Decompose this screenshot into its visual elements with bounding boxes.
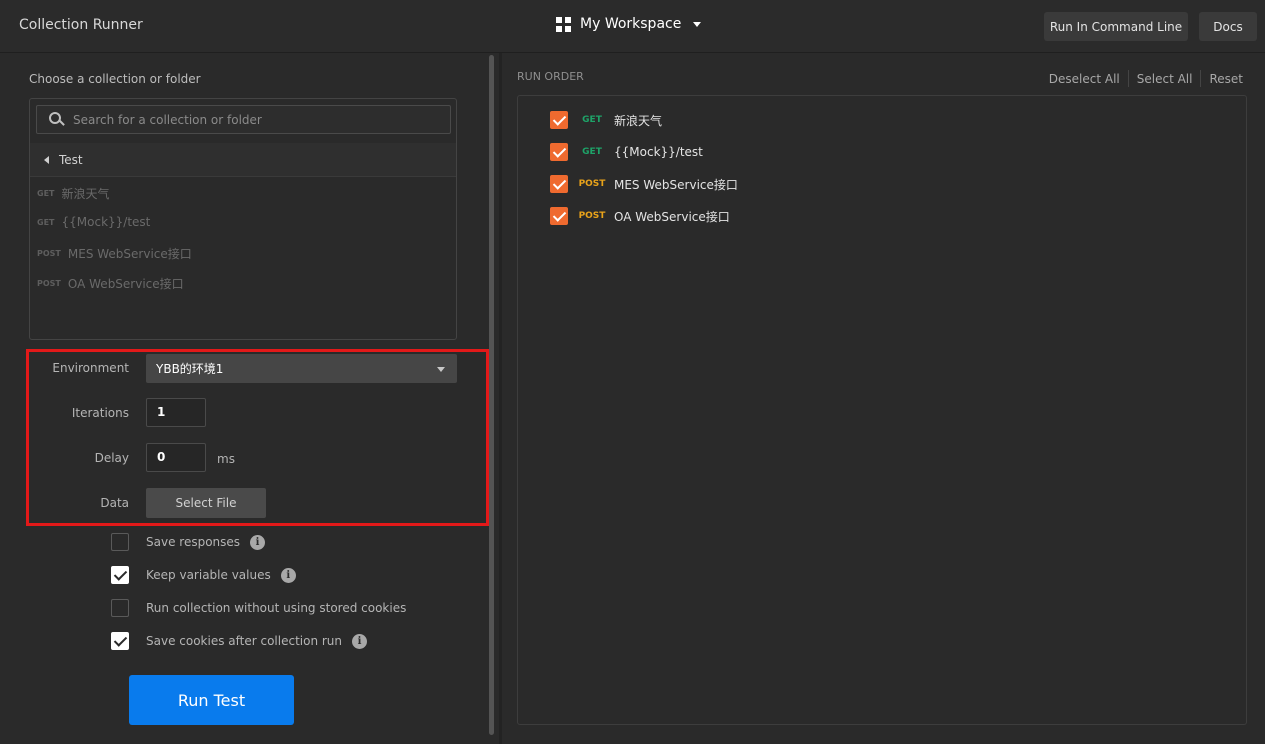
request-name: OA WebService接口 xyxy=(614,209,730,224)
list-item: POST OA WebService接口 xyxy=(37,275,184,292)
request-name: 新浪天气 xyxy=(614,113,663,128)
no-stored-cookies-checkbox[interactable] xyxy=(111,599,129,617)
info-icon[interactable]: i xyxy=(352,633,368,649)
option-keep-variable-values: Keep variable values i xyxy=(111,566,296,584)
environment-value: YBB的环境1 xyxy=(156,362,224,376)
environment-label: Environment xyxy=(52,361,129,375)
delay-unit: ms xyxy=(217,452,235,466)
request-method: POST xyxy=(37,279,61,288)
workspace-label: My Workspace xyxy=(580,16,682,32)
option-label: Keep variable values xyxy=(146,568,271,582)
option-no-stored-cookies: Run collection without using stored cook… xyxy=(111,599,406,617)
run-order-item: POST OA WebService接口 xyxy=(550,207,730,225)
request-method: POST xyxy=(578,179,606,189)
run-order-item: POST MES WebService接口 xyxy=(550,175,738,193)
list-item: GET 新浪天气 xyxy=(37,185,110,202)
left-scrollbar[interactable] xyxy=(489,55,494,735)
run-order-actions: Deselect All Select All Reset xyxy=(1049,70,1243,87)
option-save-cookies: Save cookies after collection run i xyxy=(111,632,368,650)
run-order-checkbox[interactable] xyxy=(550,143,568,161)
separator xyxy=(1200,70,1202,87)
save-responses-checkbox[interactable] xyxy=(111,533,129,551)
iterations-input[interactable]: 1 xyxy=(146,398,206,427)
panel-divider[interactable] xyxy=(499,53,502,744)
data-label: Data xyxy=(100,496,129,510)
save-cookies-checkbox[interactable] xyxy=(111,632,129,650)
iterations-label: Iterations xyxy=(71,406,129,420)
option-label: Save responses xyxy=(146,535,241,549)
list-item: POST MES WebService接口 xyxy=(37,245,192,262)
list-item: GET {{Mock}}/test xyxy=(37,215,150,229)
collection-picker: Test GET 新浪天气 GET {{Mock}}/test POST MES… xyxy=(29,98,457,340)
run-in-command-line-button[interactable]: Run In Command Line xyxy=(1044,12,1188,41)
choose-collection-label: Choose a collection or folder xyxy=(29,72,201,86)
delay-input[interactable]: 0 xyxy=(146,443,206,472)
back-arrow-icon xyxy=(44,155,49,164)
request-method: GET xyxy=(37,217,55,227)
request-method: POST xyxy=(37,249,61,258)
docs-button[interactable]: Docs xyxy=(1199,12,1257,41)
collection-name: Test xyxy=(59,152,83,167)
select-all-link[interactable]: Select All xyxy=(1137,72,1193,86)
app-title: Collection Runner xyxy=(19,17,143,33)
request-name: {{Mock}}/test xyxy=(614,145,703,159)
search-box[interactable] xyxy=(36,105,451,134)
option-save-responses: Save responses i xyxy=(111,533,266,551)
select-file-button[interactable]: Select File xyxy=(146,488,266,518)
chevron-down-icon xyxy=(693,21,702,27)
request-name: OA WebService接口 xyxy=(67,277,184,291)
request-name: MES WebService接口 xyxy=(614,177,738,192)
delay-label: Delay xyxy=(94,451,129,465)
request-name: 新浪天气 xyxy=(61,187,110,201)
request-method: POST xyxy=(578,211,606,221)
run-order-heading: RUN ORDER xyxy=(517,70,584,83)
search-icon xyxy=(37,105,65,134)
top-bar: Collection Runner My Workspace Run In Co… xyxy=(0,0,1265,53)
request-method: GET xyxy=(582,115,602,125)
run-order-checkbox[interactable] xyxy=(550,175,568,193)
workspace-switcher[interactable]: My Workspace xyxy=(556,16,702,32)
run-order-item: GET {{Mock}}/test xyxy=(550,143,703,161)
run-order-checkbox[interactable] xyxy=(550,111,568,129)
run-test-button[interactable]: Run Test xyxy=(129,675,294,725)
info-icon[interactable]: i xyxy=(250,534,266,550)
environment-select[interactable]: YBB的环境1 xyxy=(146,354,457,383)
option-label: Run collection without using stored cook… xyxy=(146,601,407,615)
run-order-item: GET 新浪天气 xyxy=(550,111,662,129)
chevron-down-icon xyxy=(437,367,445,372)
run-order-checkbox[interactable] xyxy=(550,207,568,225)
grid-icon xyxy=(556,16,571,32)
request-name: MES WebService接口 xyxy=(67,247,192,261)
reset-link[interactable]: Reset xyxy=(1209,72,1243,86)
separator xyxy=(1127,70,1129,87)
deselect-all-link[interactable]: Deselect All xyxy=(1049,72,1120,86)
keep-variable-values-checkbox[interactable] xyxy=(111,566,129,584)
search-input[interactable] xyxy=(65,112,450,127)
request-method: GET xyxy=(582,147,602,157)
option-label: Save cookies after collection run xyxy=(146,634,343,648)
request-method: GET xyxy=(37,189,55,198)
info-icon[interactable]: i xyxy=(280,567,296,583)
collection-header[interactable]: Test xyxy=(30,143,456,177)
request-name: {{Mock}}/test xyxy=(61,215,151,229)
